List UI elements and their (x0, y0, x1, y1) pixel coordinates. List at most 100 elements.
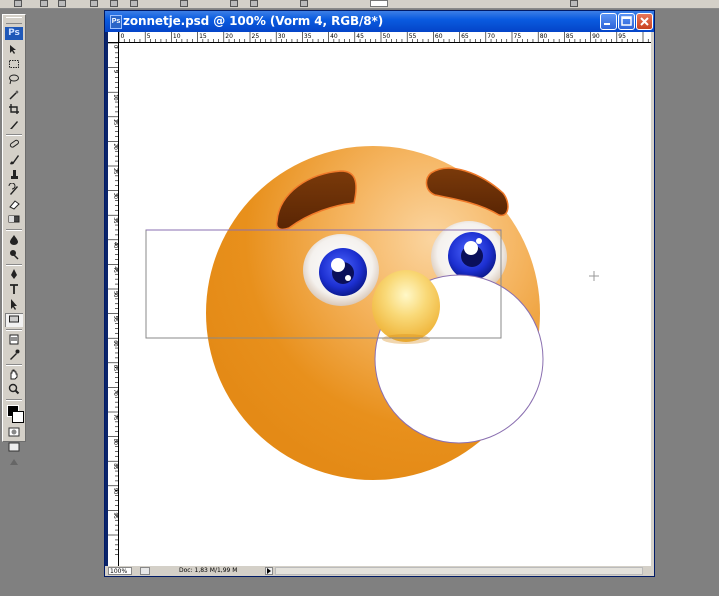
hand-tool-icon[interactable] (5, 368, 23, 382)
maximize-button[interactable] (618, 13, 635, 30)
ruler-label: 20 (225, 33, 233, 40)
ruler-label: 15 (112, 119, 118, 125)
eyedropper-tool-icon[interactable] (5, 348, 23, 362)
pen-tool-icon[interactable] (5, 268, 23, 282)
options-icon[interactable] (230, 0, 238, 7)
vertical-scrollbar[interactable] (651, 32, 654, 566)
tool-separator (6, 134, 22, 136)
photoshop-logo[interactable]: Ps (5, 27, 23, 40)
document-info: Doc: 1,83 M/1,99 M (179, 567, 238, 574)
lasso-tool-icon[interactable] (5, 73, 23, 87)
horizontal-ruler[interactable]: 0 5 10 15 20 25 30 35 40 45 50 55 60 65 70 75 80 85 90 95 (108, 32, 651, 43)
options-icon[interactable] (58, 0, 66, 7)
shape-tool-icon[interactable] (5, 313, 23, 327)
ruler-label: 85 (566, 33, 574, 40)
ruler-label: 20 (112, 143, 118, 149)
ruler-label: 30 (278, 33, 286, 40)
dodge-tool-icon[interactable] (5, 248, 23, 262)
ruler-label: 25 (112, 168, 118, 174)
left-eye (303, 234, 379, 306)
vertical-ruler[interactable]: 0 5 10 15 20 25 30 35 40 45 50 55 60 65 70 75 80 85 90 95 (108, 42, 119, 566)
eraser-tool-icon[interactable] (5, 198, 23, 212)
ruler-label: 45 (112, 266, 118, 272)
options-bar (0, 0, 719, 9)
ruler-label: 15 (199, 33, 207, 40)
status-icon[interactable] (140, 567, 150, 575)
ruler-label: 55 (409, 33, 417, 40)
quick-mask-icon[interactable] (5, 426, 23, 440)
ruler-label: 0 (121, 33, 125, 40)
options-icon[interactable] (90, 0, 98, 7)
status-bar: 100% Doc: 1,83 M/1,99 M (105, 566, 654, 576)
artwork[interactable] (119, 43, 651, 566)
background-color[interactable] (12, 411, 24, 423)
tool-palette: Ps (2, 14, 26, 465)
zoom-field[interactable]: 100% (108, 567, 132, 575)
ruler-label: 80 (540, 33, 548, 40)
close-button[interactable] (636, 13, 653, 30)
horizontal-scrollbar[interactable] (275, 567, 643, 575)
ruler-label: 65 (461, 33, 469, 40)
crop-tool-icon[interactable] (5, 103, 23, 117)
type-tool-icon[interactable] (5, 283, 23, 297)
jump-to-imageready-icon[interactable] (5, 456, 23, 470)
canvas-area[interactable]: 0 5 10 15 20 25 30 35 40 45 50 55 60 65 70 75 80 85 90 95 0… (108, 32, 651, 566)
ruler-label: 75 (514, 33, 522, 40)
ruler-label: 95 (618, 33, 626, 40)
history-brush-tool-icon[interactable] (5, 183, 23, 197)
minimize-icon (604, 23, 610, 25)
screen-mode-icon[interactable] (5, 441, 23, 455)
ruler-label: 90 (592, 33, 600, 40)
ruler-label: 50 (383, 33, 391, 40)
magic-wand-tool-icon[interactable] (5, 88, 23, 102)
ruler-label: 35 (304, 33, 312, 40)
ruler-label: 70 (487, 33, 495, 40)
notes-tool-icon[interactable] (5, 333, 23, 347)
options-icon[interactable] (250, 0, 258, 7)
options-icon[interactable] (110, 0, 118, 7)
color-swatches[interactable] (3, 403, 25, 425)
status-menu-arrow-icon[interactable] (265, 567, 273, 575)
ruler-label: 50 (112, 291, 118, 297)
path-selection-tool-icon[interactable] (5, 298, 23, 312)
ruler-label: 25 (252, 33, 260, 40)
minimize-button[interactable] (600, 13, 617, 30)
options-icon[interactable] (180, 0, 188, 7)
ruler-label: 10 (112, 94, 118, 100)
ruler-label: 80 (112, 439, 118, 445)
options-icon[interactable] (300, 0, 308, 7)
options-icon[interactable] (40, 0, 48, 7)
ruler-label: 5 (112, 70, 118, 73)
ruler-label: 40 (330, 33, 338, 40)
move-tool-icon[interactable] (5, 43, 23, 57)
marquee-tool-icon[interactable] (5, 58, 23, 72)
document-title-bar[interactable]: Ps zonnetje.psd @ 100% (Vorm 4, RGB/8*) (105, 11, 654, 32)
ruler-origin[interactable] (108, 32, 119, 43)
nose (372, 270, 440, 342)
clone-stamp-tool-icon[interactable] (5, 168, 23, 182)
slice-tool-icon[interactable] (5, 118, 23, 132)
close-icon (640, 17, 649, 26)
options-icon[interactable] (14, 0, 22, 7)
palette-grip[interactable] (6, 17, 22, 24)
blur-tool-icon[interactable] (5, 233, 23, 247)
gradient-tool-icon[interactable] (5, 213, 23, 227)
zoom-tool-icon[interactable] (5, 383, 23, 397)
ruler-label: 35 (112, 217, 118, 223)
ruler-label: 65 (112, 365, 118, 371)
options-icon[interactable] (570, 0, 578, 7)
options-field[interactable] (370, 0, 388, 7)
ruler-label: 10 (173, 33, 181, 40)
ruler-label: 30 (112, 193, 118, 199)
ruler-label: 45 (356, 33, 364, 40)
options-icon[interactable] (130, 0, 138, 7)
tool-separator (6, 364, 22, 366)
ruler-label: 70 (112, 389, 118, 395)
ruler-label: 95 (112, 512, 118, 518)
tool-separator (6, 264, 22, 266)
ruler-label: 60 (435, 33, 443, 40)
brush-tool-icon[interactable] (5, 153, 23, 167)
tool-separator (6, 329, 22, 331)
ruler-label: 55 (112, 316, 118, 322)
healing-brush-tool-icon[interactable] (5, 138, 23, 152)
